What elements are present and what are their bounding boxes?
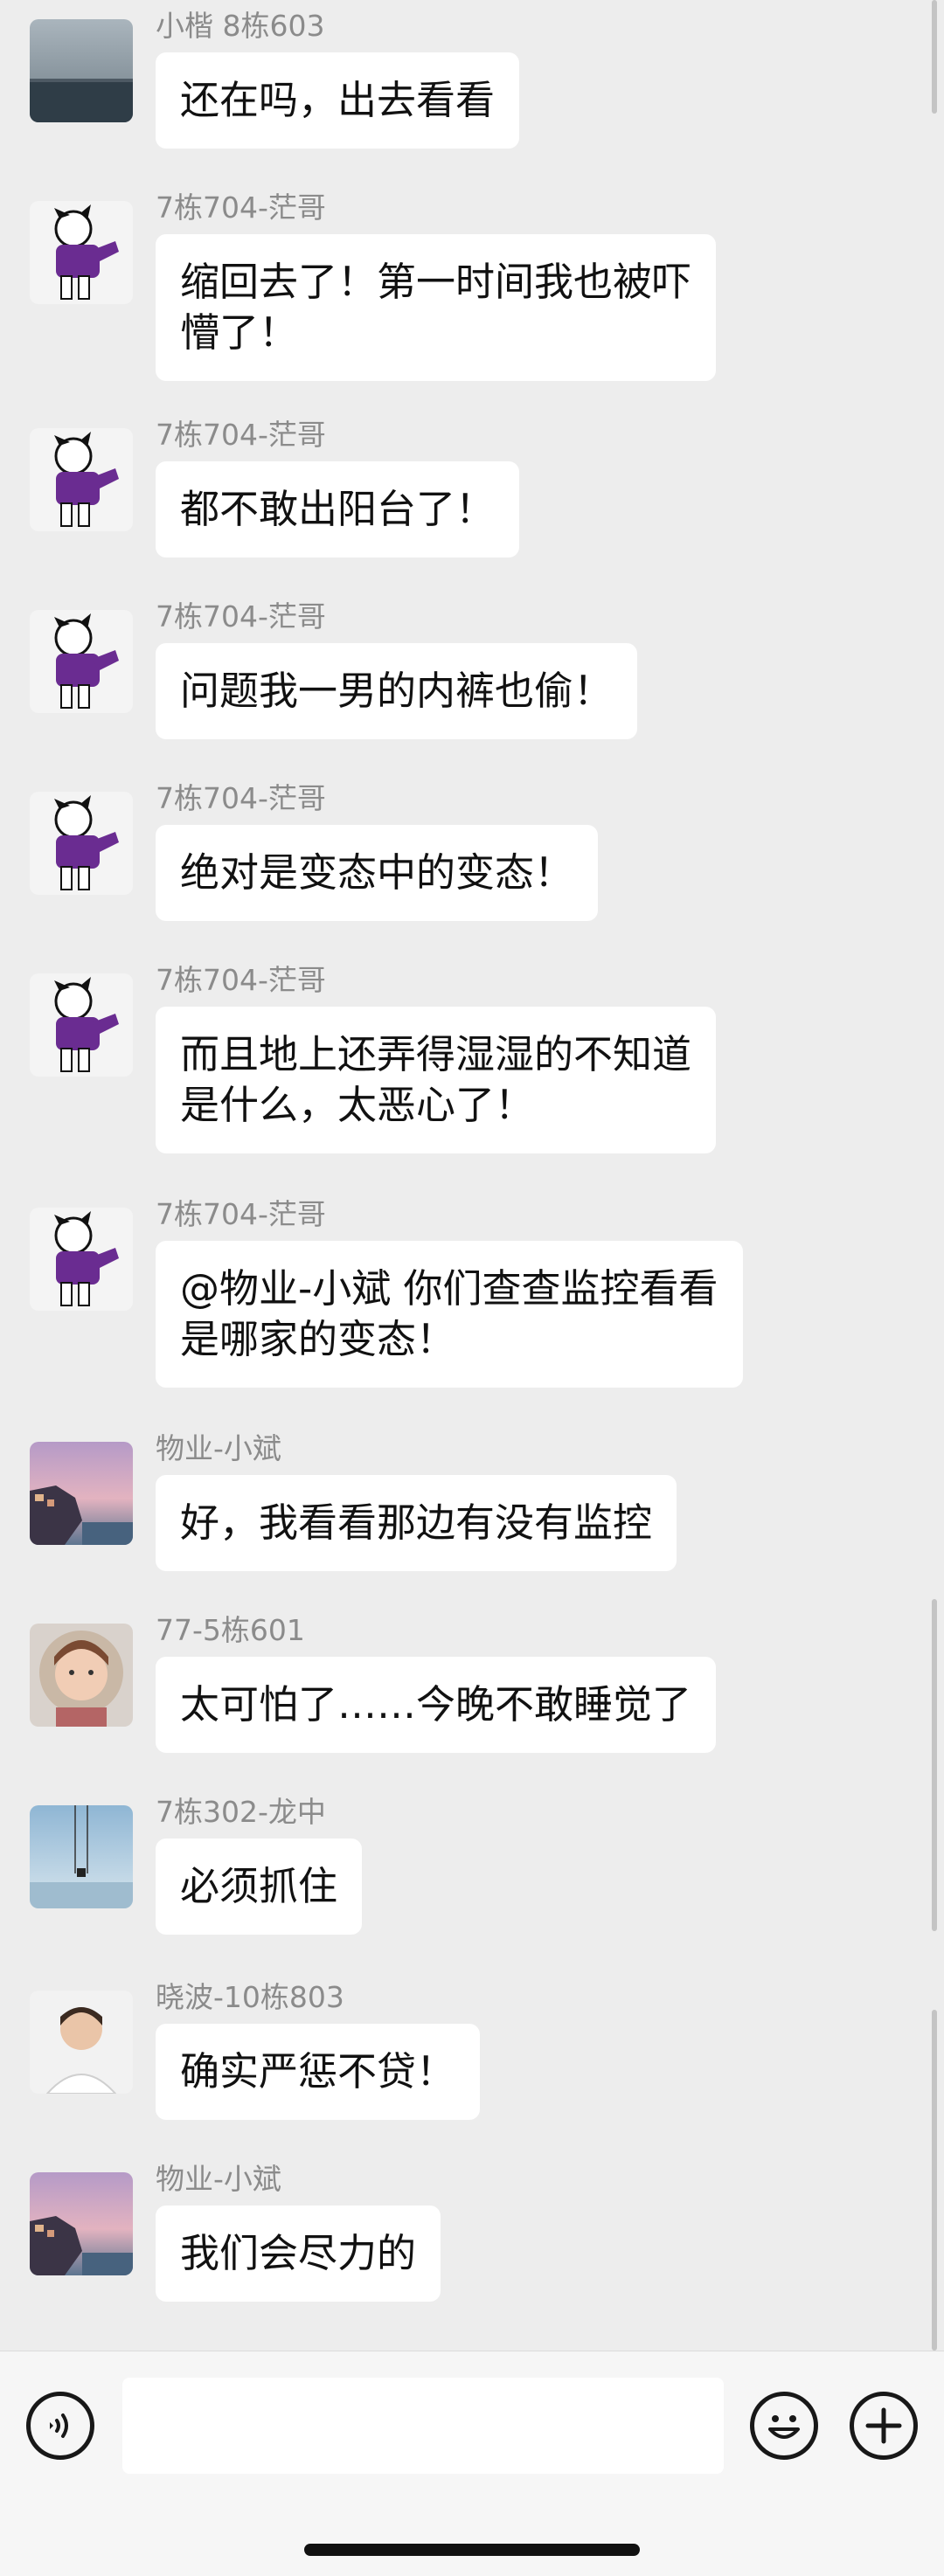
message-bubble[interactable]: 太可怕了……今晚不敢睡觉了 [156,1657,717,1753]
message-bubble[interactable]: 好，我看看那边有没有监控 [156,1475,677,1571]
message-text: 绝对是变态中的变态！ [180,849,574,896]
message-bubble[interactable]: 都不敢出阳台了！ [156,461,520,557]
message-bubble[interactable]: 我们会尽力的 [156,2206,441,2302]
avatar-cartoon-purple-shirt[interactable] [30,610,133,713]
avatar-swing-sky[interactable] [30,1805,133,1908]
sender-name: 7栋704-茫哥 [156,781,326,815]
message-bubble[interactable]: 而且地上还弄得湿湿的不知道 是什么，太恶心了！ [156,1007,717,1153]
message-text: 确实严惩不贷！ [180,2048,456,2095]
sender-name: 77-5栋601 [156,1613,305,1647]
message-bubble[interactable]: 必须抓住 [156,1839,363,1935]
message-text: 是哪家的变态！ [180,1316,456,1362]
message-bubble[interactable]: 还在吗，出去看看 [156,52,520,149]
message-input[interactable] [122,2378,724,2474]
message-text: @物业-小斌 你们查查监控看看 [180,1265,718,1312]
message-bubble[interactable]: 缩回去了！第一时间我也被吓 懵了！ [156,234,717,381]
avatar-woman-fur-hood[interactable] [30,1624,133,1727]
home-indicator[interactable] [304,2544,640,2556]
input-toolbar [0,2351,944,2576]
sender-name: 小楷 8栋603 [156,9,325,43]
avatar-cartoon-purple-shirt[interactable] [30,973,133,1077]
message-text: 是什么，太恶心了！ [180,1082,535,1128]
avatar-man-portrait[interactable] [30,1991,133,2094]
message-text: 必须抓住 [180,1863,338,1909]
sender-name: 晓波-10栋803 [156,1980,344,2014]
message-text: 还在吗，出去看看 [180,77,496,123]
plus-icon[interactable] [850,2392,918,2460]
message-text: 问题我一男的内裤也偷！ [180,668,614,714]
sender-name: 7栋704-茫哥 [156,190,326,225]
message-text: 好，我看看那边有没有监控 [180,1499,653,1546]
sender-name: 7栋704-茫哥 [156,963,326,997]
avatar-coastal-town-sunset[interactable] [30,2172,133,2275]
voice-icon[interactable] [26,2392,94,2460]
message-text: 都不敢出阳台了！ [180,486,496,532]
scrollbar-thumb[interactable] [932,1599,937,1931]
message-text: 懵了！ [180,309,299,356]
emoji-icon[interactable] [750,2392,818,2460]
message-bubble[interactable]: 问题我一男的内裤也偷！ [156,643,638,739]
sender-name: 物业-小斌 [156,2162,281,2196]
scrollbar-top[interactable] [932,0,937,114]
message-bubble[interactable]: @物业-小斌 你们查查监控看看 是哪家的变态！ [156,1241,743,1388]
avatar-cartoon-purple-shirt[interactable] [30,428,133,531]
avatar-sea-landscape[interactable] [30,19,133,122]
message-text: 缩回去了！第一时间我也被吓 [180,259,692,305]
message-bubble[interactable]: 绝对是变态中的变态！ [156,825,599,921]
sender-name: 7栋302-龙中 [156,1795,326,1829]
avatar-cartoon-purple-shirt[interactable] [30,792,133,895]
message-text: 太可怕了……今晚不敢睡觉了 [180,1681,692,1728]
avatar-cartoon-purple-shirt[interactable] [30,201,133,304]
message-bubble[interactable]: 确实严惩不贷！ [156,2024,481,2120]
sender-name: 物业-小斌 [156,1431,281,1465]
message-text: 我们会尽力的 [180,2230,417,2276]
message-text: 而且地上还弄得湿湿的不知道 [180,1031,692,1077]
sender-name: 7栋704-茫哥 [156,1197,326,1231]
avatar-cartoon-purple-shirt[interactable] [30,1208,133,1311]
sender-name: 7栋704-茫哥 [156,599,326,634]
avatar-coastal-town-sunset[interactable] [30,1442,133,1545]
chat-message-list[interactable]: 小楷 8栋603 还在吗，出去看看 7栋704-茫哥 缩回去了！第一时间我也被吓… [0,0,944,2351]
sender-name: 7栋704-茫哥 [156,418,326,452]
scrollbar-lower[interactable] [932,2010,937,2351]
